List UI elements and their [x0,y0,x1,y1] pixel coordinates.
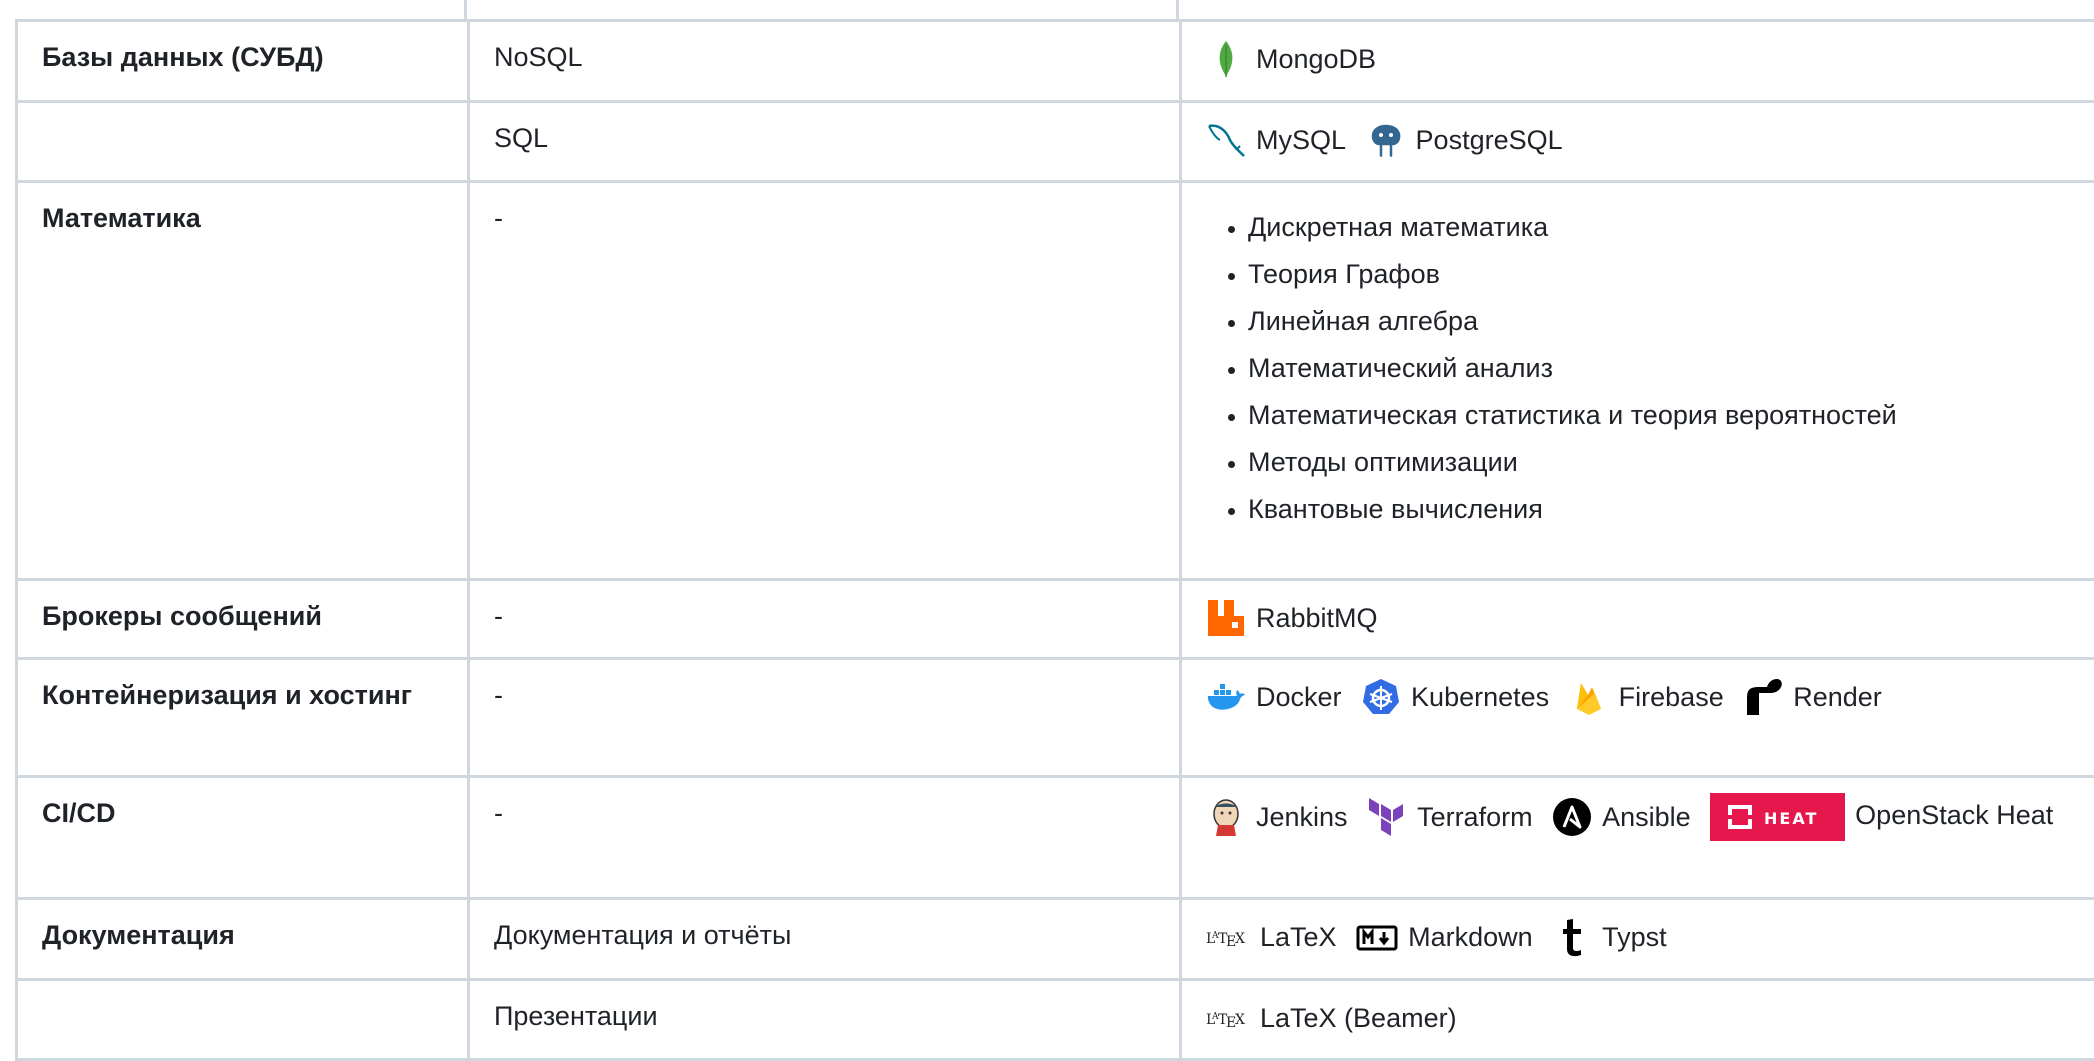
tech-label: LaTeX (Beamer) [1260,998,1457,1039]
svg-text:X: X [1235,1012,1245,1028]
list-item: Квантовые вычисления [1248,486,2094,533]
category-cell [17,980,469,1060]
column-divider-stub [1176,0,1179,20]
subcategory-cell: NoSQL [469,21,1181,102]
technologies-cell: Jenkins Terraform Ansi [1181,777,2094,899]
typst-icon [1552,917,1592,957]
docker-icon [1206,677,1246,717]
tech-label: Terraform [1417,797,1533,838]
tech-item: Typst [1552,917,1667,958]
list-item: Дискретная математика [1248,204,2094,251]
tech-label: Markdown [1408,917,1533,958]
skills-table: Базы данных (СУБД) NoSQL MongoDB SQL [15,19,2094,1061]
tech-label: Kubernetes [1411,677,1549,718]
subcategory-cell: SQL [469,102,1181,182]
tech-item: Firebase [1569,677,1724,718]
table-row: Базы данных (СУБД) NoSQL MongoDB [17,21,2094,102]
technologies-cell: L A T E X LaTeX Markdown [1181,899,2094,980]
tech-item: PostgreSQL [1366,120,1563,161]
tech-label: Docker [1256,677,1342,718]
firebase-icon [1569,677,1609,717]
category-cell: Математика [17,182,469,580]
tech-label: RabbitMQ [1256,598,1378,639]
kubernetes-icon [1361,677,1401,717]
latex-icon: L A T E X [1206,925,1250,949]
math-topics-list: Дискретная математика Теория Графов Лине… [1206,204,2094,533]
list-item: Методы оптимизации [1248,439,2094,486]
category-cell: Документация [17,899,469,980]
openstack-heat-badge: HEAT [1710,793,1845,841]
table-row: CI/CD - Jenkins [17,777,2094,899]
table-row: SQL MySQL PostgreSQL [17,102,2094,182]
tech-label: Ansible [1602,797,1691,838]
heat-badge-text: HEAT [1764,809,1818,828]
tech-label: OpenStack Heat [1855,800,2053,830]
jenkins-icon [1206,797,1246,837]
category-cell: Брокеры сообщений [17,580,469,659]
list-item: Теория Графов [1248,251,2094,298]
tech-item: RabbitMQ [1206,598,1378,639]
render-icon [1743,677,1783,717]
tech-item: HEAT OpenStack Heat [1710,800,2053,830]
markdown-icon [1356,917,1398,957]
postgresql-icon [1366,120,1406,160]
list-item: Математический анализ [1248,345,2094,392]
tech-label: PostgreSQL [1416,120,1563,161]
category-cell [17,102,469,182]
category-cell: Контейнеризация и хостинг [17,659,469,777]
tech-item: Render [1743,677,1882,718]
tech-label: Typst [1602,917,1667,958]
table-row: Брокеры сообщений - RabbitMQ [17,580,2094,659]
tech-item: Markdown [1356,917,1533,958]
terraform-icon [1367,797,1407,837]
technologies-cell: MySQL PostgreSQL [1181,102,2094,182]
subcategory-cell: - [469,777,1181,899]
list-item: Математическая статистика и теория вероя… [1248,392,2094,439]
svg-text:X: X [1235,931,1245,947]
rabbitmq-icon [1206,598,1246,638]
tech-label: Render [1793,677,1882,718]
tech-item: Jenkins [1206,797,1348,838]
mongodb-icon [1206,39,1246,79]
tech-label: Firebase [1619,677,1724,718]
tech-label: Jenkins [1256,797,1348,838]
tech-item: MongoDB [1206,39,1376,80]
subcategory-cell: Документация и отчёты [469,899,1181,980]
mysql-icon [1206,120,1246,160]
subcategory-cell: Презентации [469,980,1181,1060]
tech-item: Docker [1206,677,1342,718]
tech-item: MySQL [1206,120,1346,161]
tech-label: LaTeX [1260,917,1337,958]
tech-label: MySQL [1256,120,1346,161]
ansible-icon [1552,797,1592,837]
tech-item: Kubernetes [1361,677,1549,718]
subcategory-cell: - [469,580,1181,659]
technologies-cell: Дискретная математика Теория Графов Лине… [1181,182,2094,580]
table-row: Презентации L A T E X LaTeX (Beamer) [17,980,2094,1060]
category-cell: CI/CD [17,777,469,899]
technologies-cell: L A T E X LaTeX (Beamer) [1181,980,2094,1060]
tech-item: Terraform [1367,797,1533,838]
column-divider-stub [464,0,467,20]
list-item: Линейная алгебра [1248,298,2094,345]
latex-icon: L A T E X [1206,1006,1250,1030]
tech-label: MongoDB [1256,39,1376,80]
table-row: Документация Документация и отчёты L A T… [17,899,2094,980]
table-row: Контейнеризация и хостинг - Docker [17,659,2094,777]
technologies-cell: Docker Kubernetes Fire [1181,659,2094,777]
category-cell: Базы данных (СУБД) [17,21,469,102]
technologies-cell: MongoDB [1181,21,2094,102]
tech-item: L A T E X LaTeX [1206,917,1337,958]
subcategory-cell: - [469,659,1181,777]
subcategory-cell: - [469,182,1181,580]
technologies-cell: RabbitMQ [1181,580,2094,659]
tech-item: L A T E X LaTeX (Beamer) [1206,998,1457,1039]
tech-item: Ansible [1552,797,1691,838]
table-row: Математика - Дискретная математика Теори… [17,182,2094,580]
